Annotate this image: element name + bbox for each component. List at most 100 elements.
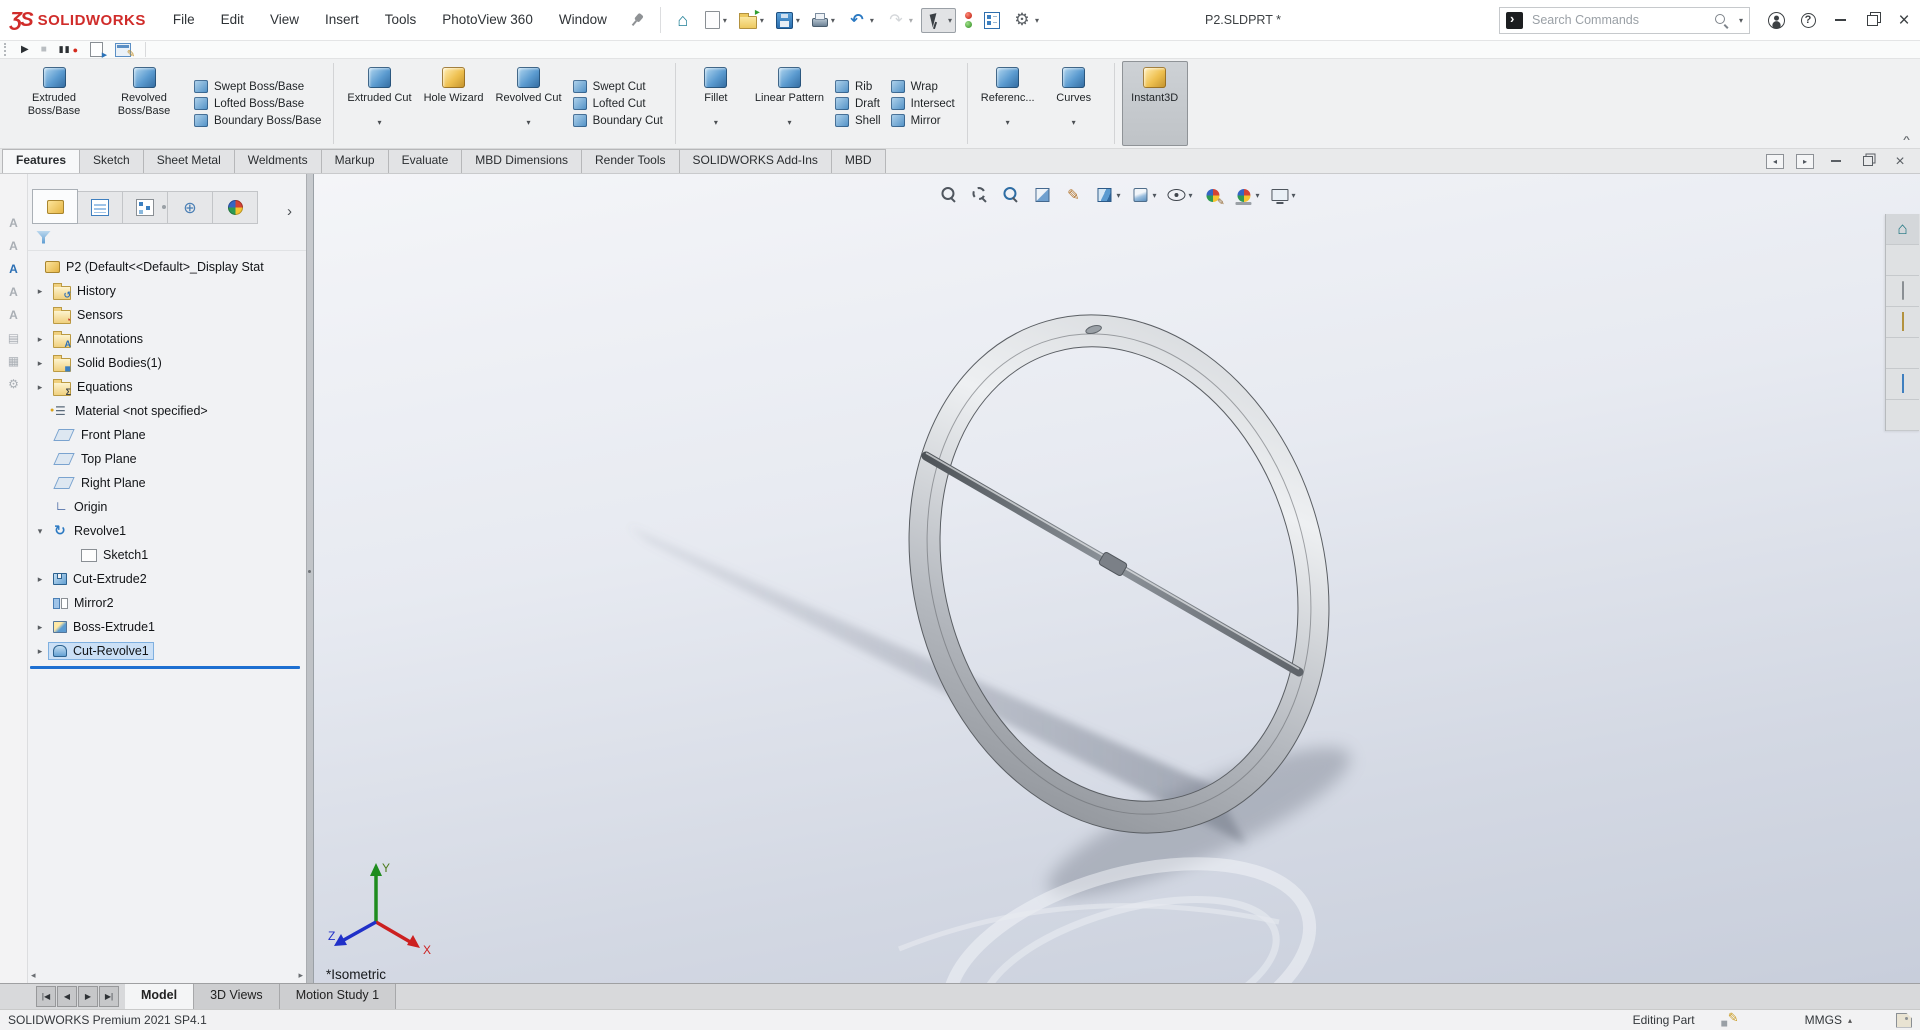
task-pane-custom-properties-button[interactable] [1886, 369, 1919, 400]
minimize-button[interactable] [1824, 5, 1856, 35]
fillet-dropdown-icon[interactable]: ▾ [714, 118, 718, 127]
search-dropdown-icon[interactable]: ▾ [1739, 16, 1743, 25]
units-selector[interactable]: MMGS [1805, 1013, 1842, 1027]
tab-markup[interactable]: Markup [320, 149, 389, 173]
tree-item-boss-extrude1[interactable]: ▸ Boss-Extrude1 [28, 615, 306, 639]
redo-dropdown-icon[interactable]: ▾ [909, 16, 913, 25]
extruded-boss-base-button[interactable]: Extruded Boss/Base [9, 61, 99, 146]
menu-photoview-360[interactable]: PhotoView 360 [429, 0, 546, 40]
graphics-viewport[interactable]: ▾ ▾ ▾ ▾ ▾ [314, 174, 1920, 983]
tree-item-top[interactable]: Top Plane [28, 447, 306, 471]
next-tab-icon[interactable] [78, 986, 98, 1007]
referenc-button[interactable]: Referenc... ▾ [975, 61, 1041, 146]
tree-item-annotations[interactable]: ▸ Annotations [28, 327, 306, 351]
shell-button[interactable]: Shell [835, 114, 881, 127]
tab-mbd-dimensions[interactable]: MBD Dimensions [461, 149, 582, 173]
new-document-button[interactable]: ▾ [701, 8, 731, 32]
tab-mbd[interactable]: MBD [830, 149, 886, 173]
tree-item-p2[interactable]: P2 (Default<<Default>_Display Stat [28, 255, 306, 279]
dimxpertmanager-tab[interactable] [167, 191, 213, 224]
swept-boss-base-button[interactable]: Swept Boss/Base [194, 80, 321, 93]
curves-button[interactable]: Curves ▾ [1041, 61, 1107, 146]
expand-panel-tabs-icon[interactable]: › [287, 203, 302, 224]
task-pane-solidworks-forum-button[interactable] [1886, 400, 1919, 431]
select-button[interactable]: ▾ [920, 7, 956, 33]
tree-item-cut-extrude2[interactable]: ▸ Cut-Extrude2 [28, 567, 306, 591]
property-manager-tab[interactable] [77, 191, 123, 224]
lofted-cut-button[interactable]: Lofted Cut [572, 97, 663, 110]
tree-item-origin[interactable]: Origin [28, 495, 306, 519]
units-caret-icon[interactable]: ▴ [1848, 1016, 1852, 1025]
tree-item-sketch1[interactable]: Sketch1 [28, 543, 306, 567]
previous-view-button[interactable] [998, 182, 1024, 208]
menu-view[interactable]: View [257, 0, 312, 40]
menu-file[interactable]: File [160, 0, 208, 40]
previous-tab-icon[interactable] [57, 986, 77, 1007]
left-toolbar-icon-7[interactable] [4, 351, 24, 371]
expand-arrow-icon[interactable]: ▸ [32, 574, 48, 585]
tab-features[interactable]: Features [2, 149, 81, 173]
record-macro-icon[interactable] [59, 42, 78, 57]
bottom-tab-motion-study-1[interactable]: Motion Study 1 [279, 984, 397, 1009]
toolbar-grip[interactable] [4, 43, 9, 56]
task-pane-view-palette-button[interactable] [1886, 307, 1919, 338]
menu-window[interactable]: Window [546, 0, 620, 40]
open-dropdown-icon[interactable]: ▾ [760, 16, 764, 25]
left-toolbar-icon-8[interactable] [4, 374, 24, 394]
bottom-tab-3d-views[interactable]: 3D Views [194, 984, 280, 1009]
featuremanager-design-tree-tab[interactable] [32, 189, 78, 224]
wrap-button[interactable]: Wrap [890, 80, 955, 93]
tree-filter-input[interactable] [59, 229, 298, 245]
revolved-boss-base-button[interactable]: Revolved Boss/Base [99, 61, 189, 146]
tree-item-solid[interactable]: ▸ Solid Bodies(1) [28, 351, 306, 375]
linear-pattern-button[interactable]: Linear Pattern ▾ [749, 61, 830, 146]
help-icon[interactable] [1792, 5, 1824, 35]
home-button[interactable] [669, 8, 697, 33]
curves-dropdown-icon[interactable]: ▾ [1072, 118, 1076, 127]
print-dropdown-icon[interactable]: ▾ [831, 16, 835, 25]
tree-item-right[interactable]: Right Plane [28, 471, 306, 495]
select-dropdown-icon[interactable]: ▾ [948, 16, 952, 25]
display-style-dropdown-icon[interactable]: ▾ [1152, 191, 1156, 200]
tab-evaluate[interactable]: Evaluate [387, 149, 463, 173]
tree-item-equations[interactable]: ▸ Equations [28, 375, 306, 399]
swept-cut-button[interactable]: Swept Cut [572, 80, 663, 93]
undo-button[interactable]: ▾ [843, 8, 878, 33]
document-minimize-icon[interactable] [1826, 153, 1846, 169]
rebuild-traffic-light-button[interactable] [960, 8, 976, 32]
tab-render-tools[interactable]: Render Tools [581, 149, 680, 173]
hide-show-items-dropdown-icon[interactable]: ▾ [1188, 191, 1192, 200]
left-toolbar-icon-3[interactable] [4, 259, 24, 279]
left-toolbar-icon-1[interactable] [4, 213, 24, 233]
menu-insert[interactable]: Insert [312, 0, 372, 40]
filter-funnel-icon[interactable] [36, 230, 51, 244]
tree-item-revolve1[interactable]: ▾ Revolve1 [28, 519, 306, 543]
rollback-bar[interactable] [30, 666, 300, 669]
extruded-cut-dropdown-icon[interactable]: ▾ [378, 118, 382, 127]
expand-arrow-icon[interactable]: ▸ [32, 646, 48, 657]
left-toolbar-icon-4[interactable] [4, 282, 24, 302]
tree-item-history[interactable]: ▸ History [28, 279, 306, 303]
document-close-icon[interactable] [1890, 153, 1910, 169]
file-properties-button[interactable] [980, 9, 1004, 32]
dynamic-annotation-views-button[interactable] [1060, 182, 1086, 208]
save-dropdown-icon[interactable]: ▾ [796, 16, 800, 25]
task-pane-home-button[interactable] [1886, 214, 1919, 245]
collapse-left-pane-icon[interactable] [1766, 153, 1784, 169]
left-toolbar-icon-6[interactable] [4, 328, 24, 348]
menu-edit[interactable]: Edit [208, 0, 257, 40]
document-restore-icon[interactable] [1858, 153, 1878, 169]
view-settings-dropdown-icon[interactable]: ▾ [1292, 191, 1296, 200]
options-gear-button[interactable]: ▾ [1008, 8, 1043, 33]
intersect-button[interactable]: Intersect [890, 97, 955, 110]
revolved-cut-dropdown-icon[interactable]: ▾ [527, 118, 531, 127]
edit-macro-icon[interactable] [115, 42, 135, 60]
apply-scene-button[interactable]: ▾ [1231, 182, 1262, 208]
expand-arrow-icon[interactable]: ▸ [32, 286, 48, 297]
redo-button[interactable]: ▾ [882, 8, 917, 33]
tab-sketch[interactable]: Sketch [79, 149, 144, 173]
search-icon[interactable] [1714, 13, 1729, 28]
new-macro-icon[interactable] [90, 42, 107, 59]
collapse-right-pane-icon[interactable] [1796, 153, 1814, 169]
task-pane-file-explorer-button[interactable] [1886, 276, 1919, 307]
